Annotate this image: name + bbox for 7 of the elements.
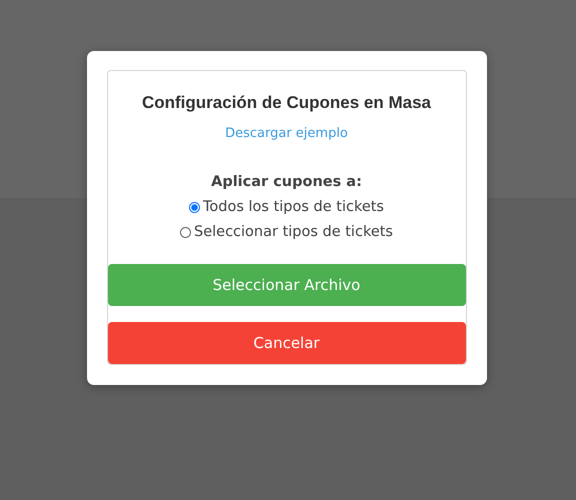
radio-button[interactable] [189,202,200,212]
select-file-button[interactable]: Seleccionar Archivo [108,264,466,306]
section-label: Aplicar cupones a: [211,174,362,190]
radio-button[interactable] [180,226,191,238]
cancel-button[interactable]: Cancelar [108,322,466,364]
dialog-title: Configuración de Cupones en Masa [142,93,432,113]
download-example-link[interactable]: Descargar ejemplo [225,126,348,141]
